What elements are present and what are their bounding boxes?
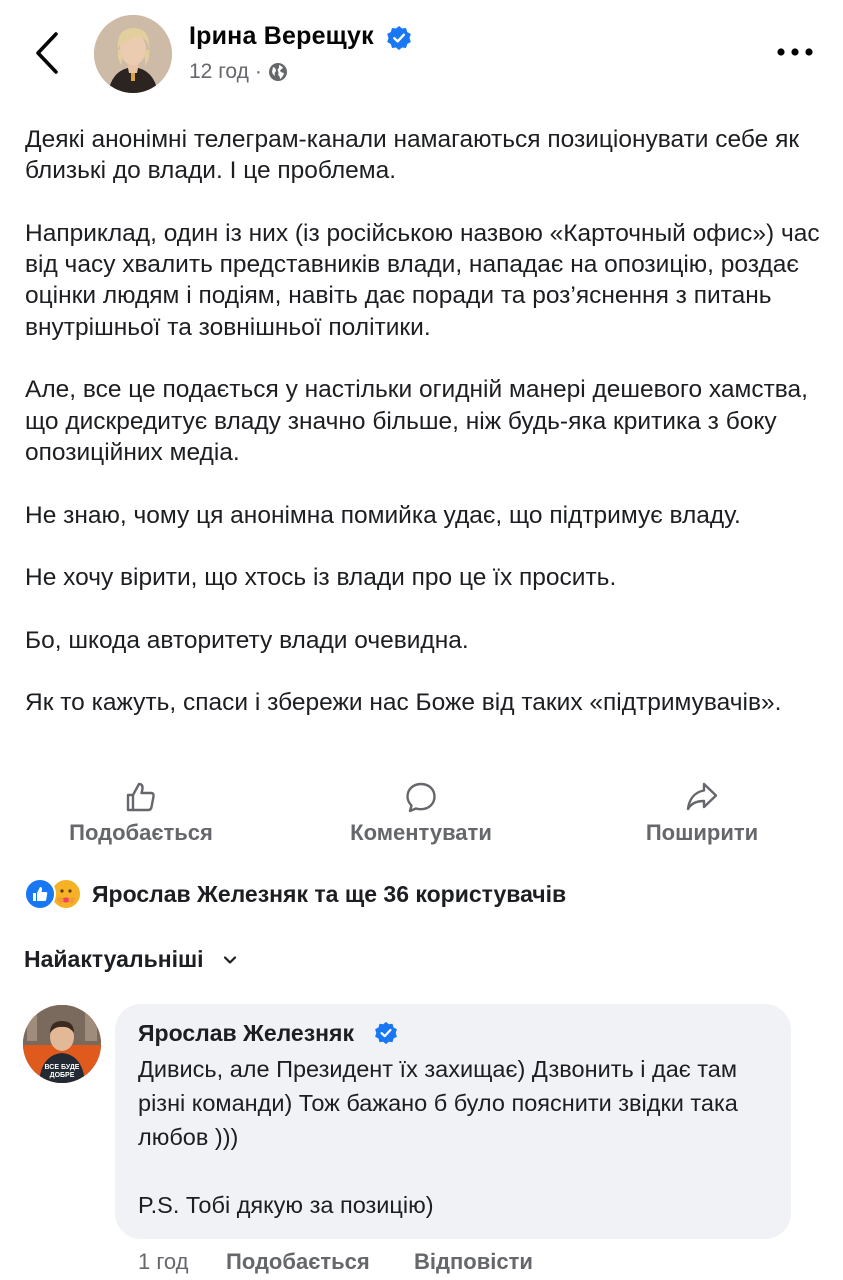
commenter-photo: ВСЕ БУДЕ ДОБРЕ	[23, 1005, 101, 1083]
comment-reply-button[interactable]: Відповісти	[414, 1249, 533, 1275]
sort-label: Найактуальніші	[24, 946, 204, 972]
like-button[interactable]: Подобається	[62, 780, 220, 846]
thumbs-up-icon	[126, 782, 155, 812]
comment-meta: 1 год Подобається Відповісти	[138, 1249, 533, 1275]
more-horizontal-icon	[777, 48, 813, 56]
meta-separator: ·	[254, 60, 262, 83]
post-paragraph: Бо, шкода авторитету влади очевидна.	[25, 626, 469, 654]
post-paragraph: Не знаю, чому ця анонімна помийка удає, …	[25, 501, 741, 529]
comment-time[interactable]: 1 год	[138, 1249, 226, 1275]
comment-paragraph: Дивись, але Президент їх захищає) Дзвони…	[138, 1056, 738, 1150]
post-paragraph: Наприклад, один із них (із російською на…	[25, 219, 820, 341]
comment-bubble-icon	[406, 782, 436, 813]
share-button[interactable]: Поширити	[638, 780, 766, 846]
post-paragraph: Але, все це подається у настільки огидні…	[25, 376, 808, 466]
more-options-button[interactable]	[775, 44, 815, 60]
author-name[interactable]: Ірина Верещук	[189, 22, 374, 51]
comment-button[interactable]: Коментувати	[340, 780, 502, 846]
post-paragraph: Деякі анонімні телеграм-канали намагають…	[25, 126, 800, 185]
commenter-avatar[interactable]: ВСЕ БУДЕ ДОБРЕ	[23, 1005, 101, 1083]
reactions-text: Ярослав Железняк та ще 36 користувачів	[92, 880, 567, 907]
author-photo	[94, 15, 172, 93]
post-paragraph: Як то кажуть, спаси і збережи нас Боже в…	[25, 689, 782, 717]
svg-text:ВСЕ БУДЕ: ВСЕ БУДЕ	[45, 1064, 80, 1071]
globe-icon	[268, 63, 287, 81]
author-avatar[interactable]	[94, 15, 172, 93]
post-time[interactable]: 12 год	[189, 60, 249, 84]
share-label: Поширити	[645, 820, 759, 845]
share-arrow-icon	[686, 782, 718, 811]
verified-badge-icon	[387, 26, 411, 50]
like-reaction-icon	[24, 878, 56, 910]
svg-text:ДОБРЕ: ДОБРЕ	[50, 1072, 75, 1079]
verified-badge-icon	[375, 1021, 397, 1045]
like-label: Подобається	[69, 820, 213, 845]
reactions-summary[interactable]: Ярослав Железняк та ще 36 користувачів	[24, 876, 566, 912]
post-meta: 12 год ·	[189, 60, 288, 84]
chevron-down-icon	[223, 955, 236, 964]
commenter-name[interactable]: Ярослав Железняк	[138, 1020, 354, 1047]
comment-text: Дивись, але Президент їх захищає) Дзвони…	[138, 1052, 778, 1222]
action-bar: Подобається Коментувати Поширити	[0, 780, 843, 850]
comment-paragraph: P.S. Тобі дякую за позицію)	[138, 1192, 434, 1218]
post-header: Ірина Верещук 12 год ·	[0, 0, 843, 110]
back-button[interactable]	[30, 30, 64, 76]
comment-sort-dropdown[interactable]: Найактуальніші	[24, 946, 238, 973]
comment-label: Коментувати	[350, 820, 492, 845]
chevron-left-icon	[36, 32, 58, 74]
post-text: Деякі анонімні телеграм-канали намагають…	[25, 124, 825, 719]
post-paragraph: Не хочу вірити, що хтось із влади про це…	[25, 564, 617, 592]
comment-like-button[interactable]: Подобається	[226, 1249, 414, 1275]
